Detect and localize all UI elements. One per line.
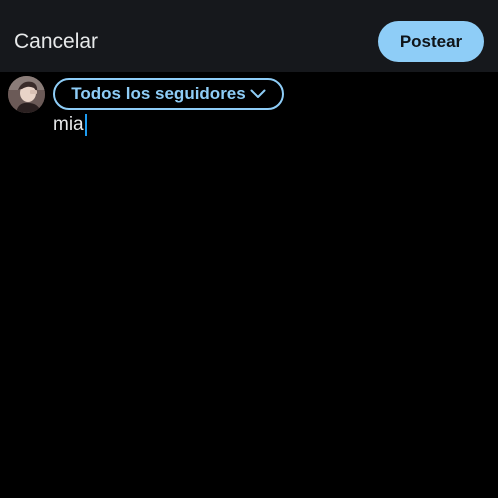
audience-label: Todos los seguidores	[71, 84, 246, 103]
user-avatar-image	[8, 76, 45, 113]
compose-header: Cancelar Postear	[0, 0, 498, 72]
audience-selector[interactable]: Todos los seguidores	[53, 78, 284, 110]
avatar[interactable]	[8, 76, 45, 113]
chevron-down-icon	[250, 89, 266, 98]
cancel-button[interactable]: Cancelar	[14, 28, 98, 56]
post-text-input[interactable]: mia	[53, 113, 87, 137]
text-cursor	[84, 114, 87, 136]
compose-screen: Cancelar Postear Todos los seguidores mi…	[0, 0, 498, 498]
post-button[interactable]: Postear	[378, 21, 484, 62]
post-text: mia	[53, 114, 84, 135]
